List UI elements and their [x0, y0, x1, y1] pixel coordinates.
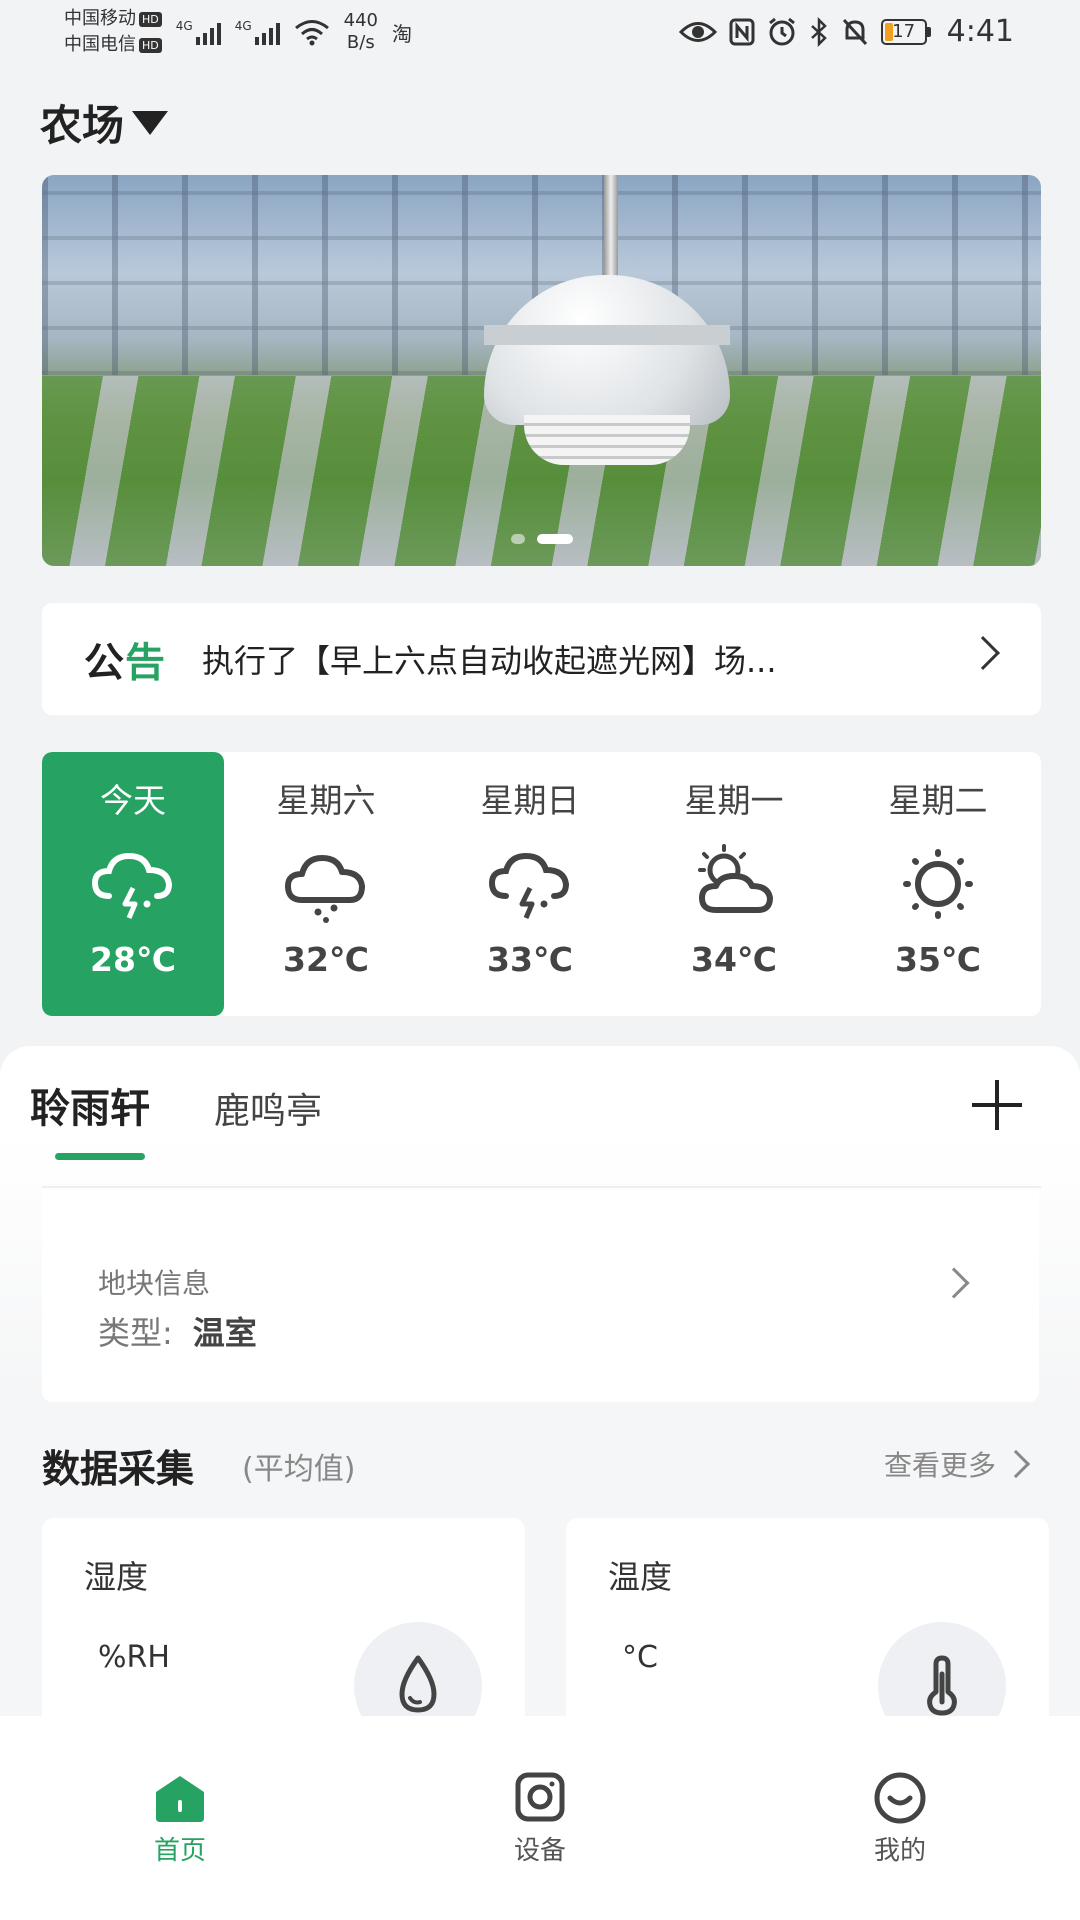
plot-info-title: 地块信息	[98, 1267, 211, 1300]
weather-day[interactable]: 星期一 34℃	[632, 752, 836, 1016]
weather-temp: 33℃	[487, 940, 573, 979]
clock: 4:41	[946, 14, 1014, 49]
tab-plot-2[interactable]: 鹿鸣亭	[214, 1082, 322, 1158]
carousel-dot-active	[536, 534, 573, 544]
banner-carousel[interactable]	[42, 175, 1041, 566]
battery-level: 17	[892, 20, 916, 42]
net-speed-unit: B/s	[346, 32, 375, 53]
signal-icon: 4G	[176, 19, 221, 45]
plot-type: 类型: 温室	[98, 1308, 257, 1354]
hd-badge: HD	[139, 11, 162, 27]
carrier-2: 中国电信	[64, 34, 136, 55]
nav-profile[interactable]: 我的	[720, 1716, 1080, 1920]
nav-home[interactable]: 首页	[0, 1716, 360, 1920]
weather-day-name: 星期日	[480, 781, 580, 820]
mute-bell-icon	[842, 18, 867, 45]
status-left: 中国移动 HD 中国电信 HD 4G 4G 440 B/s 淘	[64, 6, 412, 58]
weather-day-name: 星期二	[888, 781, 988, 820]
plot-type-value: 温室	[192, 1314, 257, 1352]
chevron-right-icon	[938, 1267, 970, 1299]
sensor-device-image	[484, 275, 730, 475]
plot-info-card[interactable]: 地块信息 类型: 温室	[42, 1190, 1039, 1402]
nav-label: 设备	[513, 1836, 566, 1866]
carousel-dot	[510, 534, 525, 544]
nfc-icon	[729, 18, 755, 45]
weather-temp: 28℃	[90, 940, 176, 979]
nav-label: 首页	[153, 1836, 206, 1866]
weather-forecast: 今天 28℃ 星期六 32℃ 星期日 33℃ 星期一 34℃ 星期二 35℃	[42, 752, 1041, 1016]
bottom-navigation: 首页 设备 我的	[0, 1716, 1080, 1920]
net-speed: 440 B/s	[344, 10, 378, 54]
thunderstorm-icon	[488, 852, 570, 919]
announcement-bar[interactable]: 公告 执行了【早上六点自动收起遮光网】场...	[42, 603, 1041, 715]
metric-unit: °C	[622, 1640, 658, 1675]
add-plot-button[interactable]	[972, 1080, 1022, 1130]
home-icon	[156, 1776, 204, 1822]
announcement-text: 执行了【早上六点自动收起遮光网】场...	[202, 642, 777, 680]
nav-label: 我的	[873, 1836, 926, 1866]
weather-temp: 32℃	[283, 940, 369, 979]
weather-day[interactable]: 星期六 32℃	[224, 752, 428, 1016]
weather-temp: 34℃	[691, 940, 777, 979]
divider	[42, 1186, 1041, 1188]
page-title: 农场	[40, 101, 125, 150]
chevron-right-icon[interactable]	[1001, 1449, 1031, 1479]
announcement-tag: 公告	[84, 630, 166, 688]
weather-day-name: 星期一	[684, 781, 784, 820]
sun-icon	[903, 849, 973, 919]
weather-day[interactable]: 星期二 35℃	[836, 752, 1040, 1016]
chevron-right-icon	[966, 636, 1000, 670]
tab-label: 鹿鸣亭	[214, 1091, 323, 1132]
announcement-tag-part2: 告	[125, 640, 166, 686]
carrier-1: 中国移动	[64, 8, 136, 29]
weather-day-name: 星期六	[276, 781, 376, 820]
network-type: 4G	[234, 19, 252, 33]
status-right: 17 4:41	[678, 14, 1014, 49]
farm-selector[interactable]: 农场	[40, 92, 169, 153]
weather-day-name: 今天	[100, 781, 166, 820]
bluetooth-icon	[810, 16, 827, 47]
alarm-icon	[768, 17, 795, 45]
net-speed-value: 440	[343, 10, 378, 31]
profile-icon	[874, 1772, 926, 1824]
wifi-icon	[294, 20, 329, 46]
carousel-indicator	[42, 534, 1041, 544]
data-collection-subtitle: (平均值)	[242, 1452, 356, 1487]
signal-icon: 4G	[235, 19, 280, 45]
data-collection-title: 数据采集	[42, 1447, 195, 1491]
hd-badge: HD	[139, 37, 162, 53]
view-more-link[interactable]: 查看更多	[884, 1444, 996, 1484]
nav-device[interactable]: 设备	[360, 1716, 720, 1920]
eye-icon	[678, 21, 717, 42]
carrier-info: 中国移动 HD 中国电信 HD	[64, 6, 162, 58]
weather-day-today[interactable]: 今天 28℃	[42, 752, 224, 1016]
tab-label: 聆雨轩	[30, 1086, 150, 1132]
plot-type-label: 类型:	[98, 1314, 173, 1352]
dropdown-triangle-icon	[132, 110, 169, 135]
tab-underline	[55, 1153, 145, 1160]
metric-name: 温度	[608, 1558, 673, 1596]
metric-unit: %RH	[98, 1640, 170, 1675]
network-type: 4G	[175, 19, 193, 33]
metric-name: 湿度	[84, 1558, 149, 1596]
status-bar: 中国移动 HD 中国电信 HD 4G 4G 440 B/s 淘 17 4:41	[0, 0, 1080, 70]
battery-icon: 17	[880, 18, 931, 45]
tab-plot-1[interactable]: 聆雨轩	[30, 1076, 150, 1160]
thunderstorm-icon	[91, 852, 173, 919]
announcement-tag-part1: 公	[84, 640, 125, 686]
partly-cloudy-icon	[698, 844, 773, 913]
weather-temp: 35℃	[895, 940, 981, 979]
plot-tabs: 聆雨轩 鹿鸣亭	[30, 1076, 322, 1160]
weather-day[interactable]: 星期日 33℃	[428, 752, 632, 1016]
taobao-icon: 淘	[391, 21, 412, 46]
rain-cloud-icon	[285, 855, 365, 923]
device-icon	[515, 1772, 565, 1822]
